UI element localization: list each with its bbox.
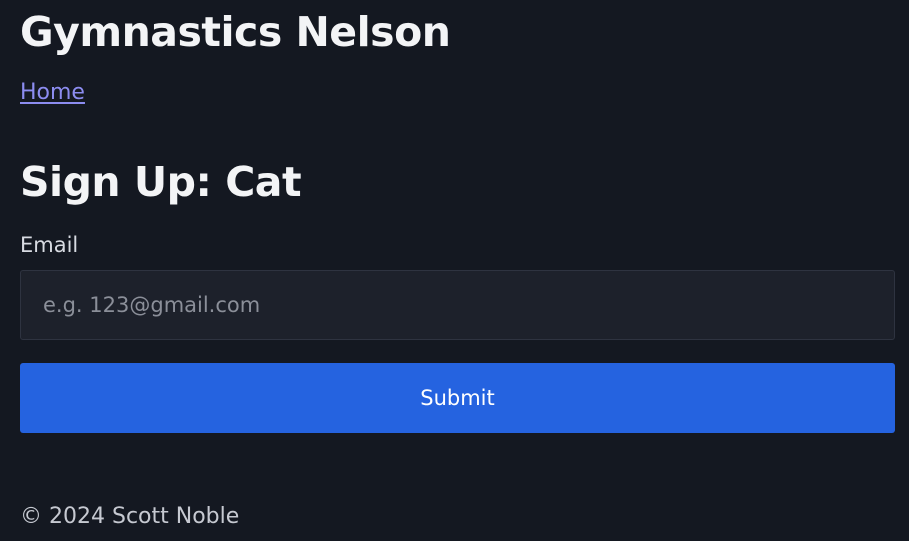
email-label: Email (20, 233, 79, 257)
email-input[interactable] (20, 270, 895, 340)
home-link[interactable]: Home (20, 79, 85, 107)
footer-copyright: © 2024 Scott Noble (20, 504, 240, 529)
page: Gymnastics Nelson Home Sign Up: Cat Emai… (0, 0, 909, 541)
submit-button[interactable]: Submit (20, 363, 895, 433)
site-title: Gymnastics Nelson (20, 8, 451, 56)
page-heading: Sign Up: Cat (20, 158, 302, 206)
